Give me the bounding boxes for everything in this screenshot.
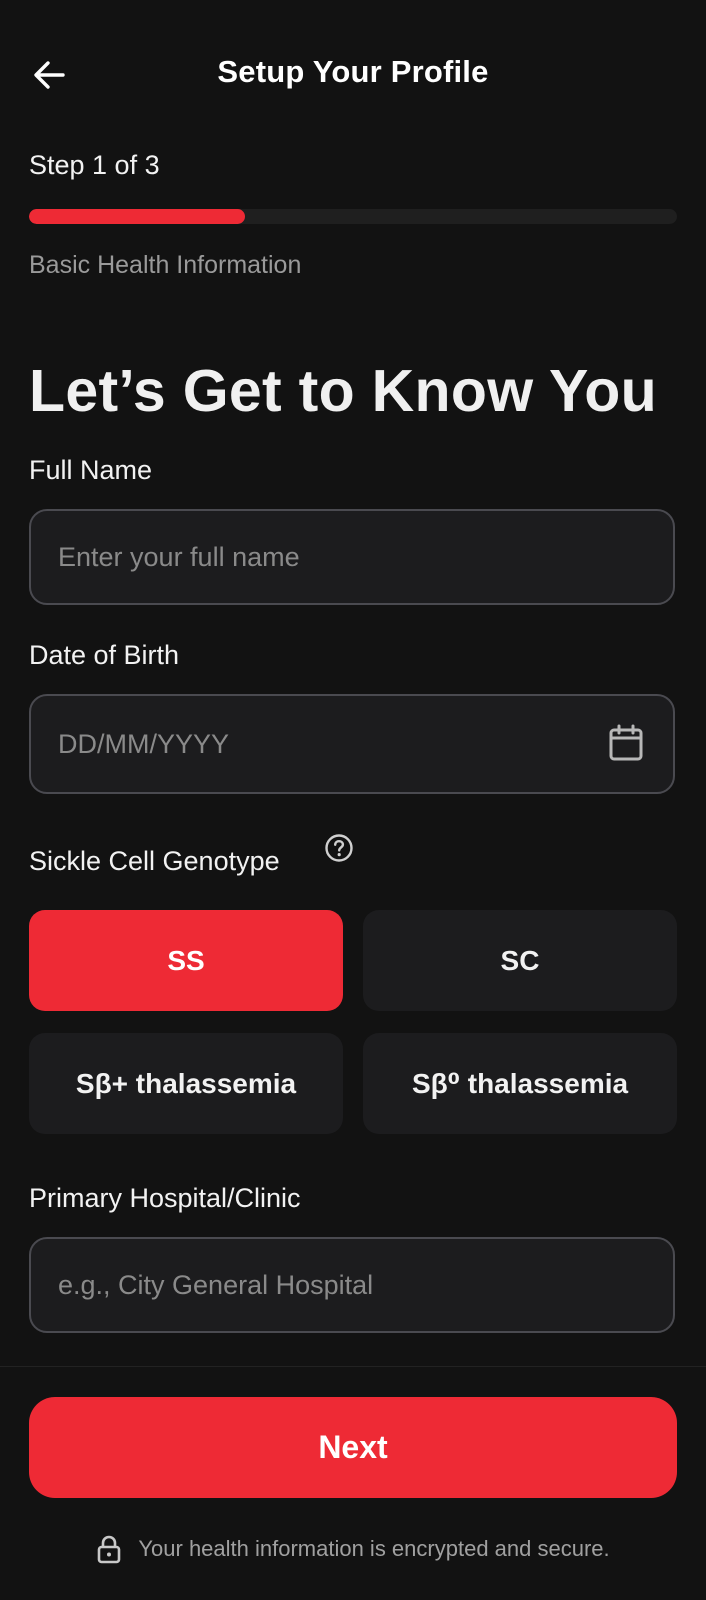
footer-divider: [0, 1366, 706, 1367]
security-note: Your health information is encrypted and…: [0, 1531, 706, 1567]
hospital-input[interactable]: [58, 1239, 618, 1331]
dob-label: Date of Birth: [29, 640, 180, 670]
help-circle-icon[interactable]: [324, 833, 354, 863]
hospital-field[interactable]: [29, 1237, 675, 1333]
dob-field[interactable]: [29, 694, 675, 794]
next-button[interactable]: Next: [29, 1397, 677, 1498]
genotype-option-sc[interactable]: SC: [363, 910, 677, 1011]
genotype-option-ss[interactable]: SS: [29, 910, 343, 1011]
dob-input[interactable]: [58, 696, 618, 792]
progress-bar: [29, 209, 677, 224]
full-name-field[interactable]: [29, 509, 675, 605]
app-header: Setup Your Profile: [0, 40, 706, 106]
lock-icon: [98, 1535, 121, 1564]
form-heading: Let’s Get to Know You: [29, 358, 657, 424]
full-name-input[interactable]: [58, 511, 618, 603]
full-name-label: Full Name: [29, 455, 153, 485]
genotype-option-sb-plus[interactable]: Sβ+ thalassemia: [29, 1033, 343, 1134]
page-title: Setup Your Profile: [217, 54, 489, 89]
progress-bar-fill: [29, 209, 245, 224]
hospital-label: Primary Hospital/Clinic: [29, 1183, 301, 1213]
calendar-icon[interactable]: [608, 724, 644, 762]
step-indicator: Step 1 of 3: [29, 150, 160, 180]
genotype-option-sb-zero[interactable]: Sβ⁰ thalassemia: [363, 1033, 677, 1134]
step-subtitle: Basic Health Information: [29, 251, 302, 279]
genotype-label: Sickle Cell Genotype: [29, 846, 280, 876]
security-note-text: Your health information is encrypted and…: [138, 1536, 610, 1561]
